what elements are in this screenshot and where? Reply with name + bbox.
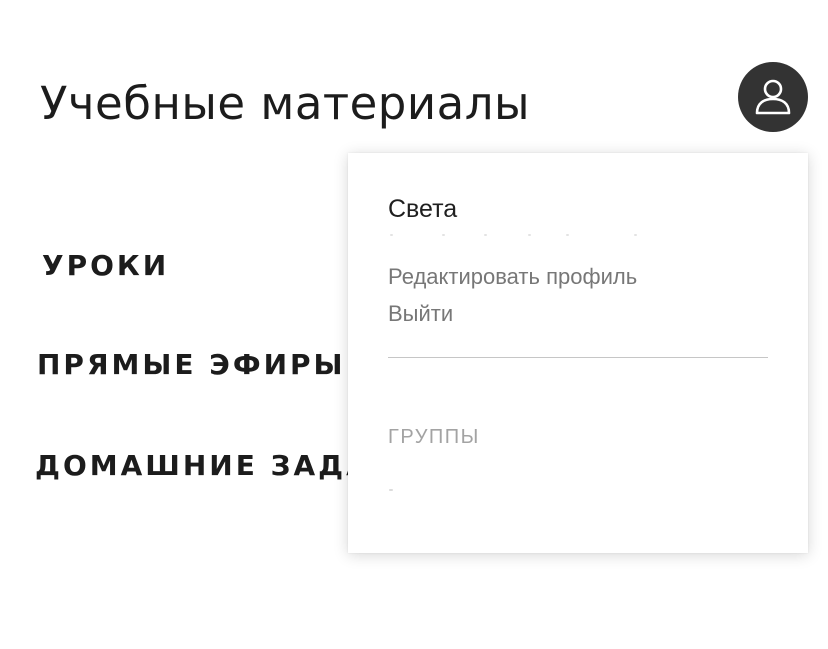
group-list-item[interactable] xyxy=(389,489,393,491)
user-icon xyxy=(755,79,791,115)
page-title: Учебные материалы xyxy=(40,77,530,130)
profile-avatar-button[interactable] xyxy=(738,62,808,132)
divider xyxy=(388,357,768,358)
page: Учебные материалы УРОКИ ПРЯМЫЕ ЭФИРЫ ДОМ… xyxy=(0,0,828,649)
profile-username: Света xyxy=(388,195,458,223)
logout-link[interactable]: Выйти xyxy=(388,299,453,329)
profile-dropdown-menu: Света Редактировать профиль Выйти ГРУППЫ xyxy=(348,153,808,553)
nav-item-live-streams[interactable]: ПРЯМЫЕ ЭФИРЫ xyxy=(37,345,346,385)
nav-item-lessons[interactable]: УРОКИ xyxy=(42,246,169,286)
edit-profile-link[interactable]: Редактировать профиль xyxy=(388,262,637,292)
groups-heading: ГРУППЫ xyxy=(388,426,480,448)
redacted-email xyxy=(388,231,638,239)
nav-item-homework[interactable]: ДОМАШНИЕ ЗАДА xyxy=(35,446,371,486)
